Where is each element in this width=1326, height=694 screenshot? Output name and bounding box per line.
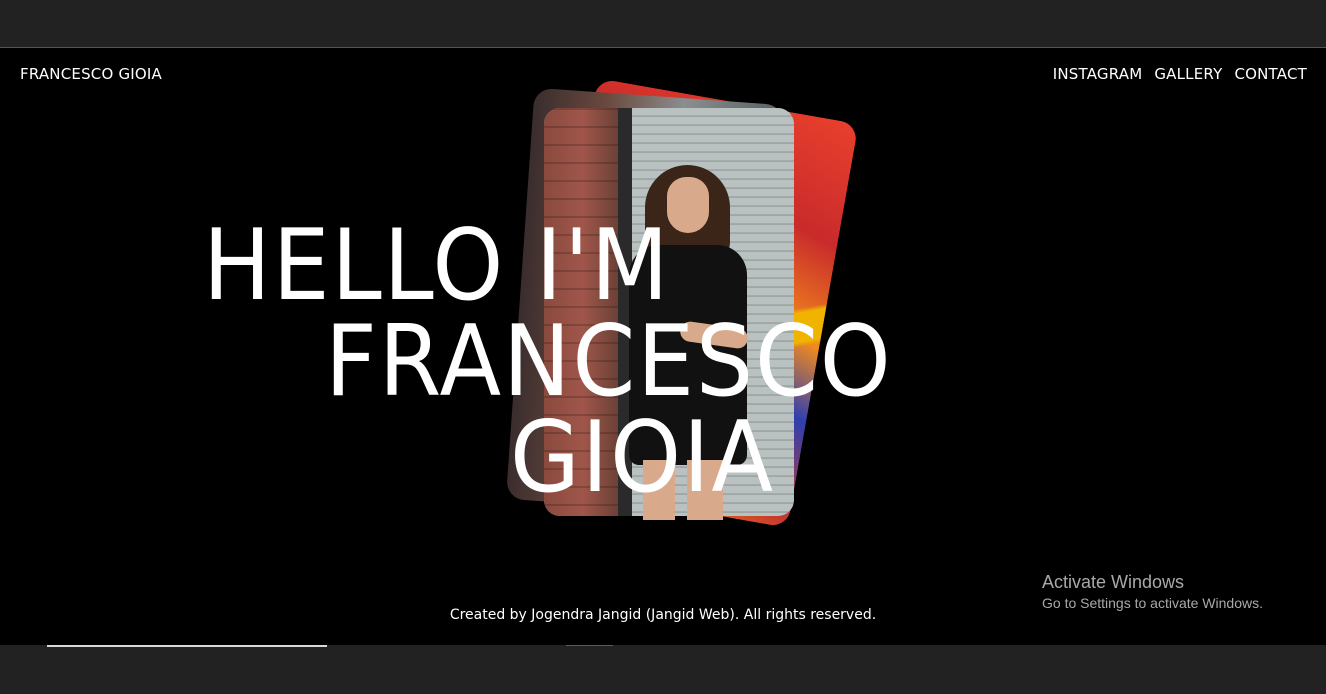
- hero-line-1: HELLO I'M: [203, 209, 671, 323]
- hero-line-2: FRANCESCO: [325, 305, 893, 419]
- hero-line-3: GIOIA: [510, 401, 775, 515]
- portrait-face: [667, 177, 709, 233]
- browser-top-bar: [0, 0, 1326, 47]
- brand-logo-link[interactable]: FRANCESCO GIOIA: [20, 65, 162, 83]
- windows-activation-watermark: Activate Windows Go to Settings to activ…: [1042, 571, 1263, 613]
- horizontal-scrollbar-thumb[interactable]: [47, 645, 327, 647]
- browser-bottom-bar: [0, 645, 1326, 694]
- nav-gallery-link[interactable]: GALLERY: [1154, 65, 1222, 83]
- watermark-title: Activate Windows: [1042, 572, 1185, 592]
- watermark-subtitle: Go to Settings to activate Windows.: [1042, 595, 1263, 611]
- page-viewport: FRANCESCO GIOIA INSTAGRAM GALLERY CONTAC…: [0, 47, 1326, 645]
- nav-instagram-link[interactable]: INSTAGRAM: [1053, 65, 1143, 83]
- main-nav: INSTAGRAM GALLERY CONTACT: [1053, 65, 1307, 83]
- scroll-indicator: [566, 645, 613, 646]
- nav-contact-link[interactable]: CONTACT: [1234, 65, 1307, 83]
